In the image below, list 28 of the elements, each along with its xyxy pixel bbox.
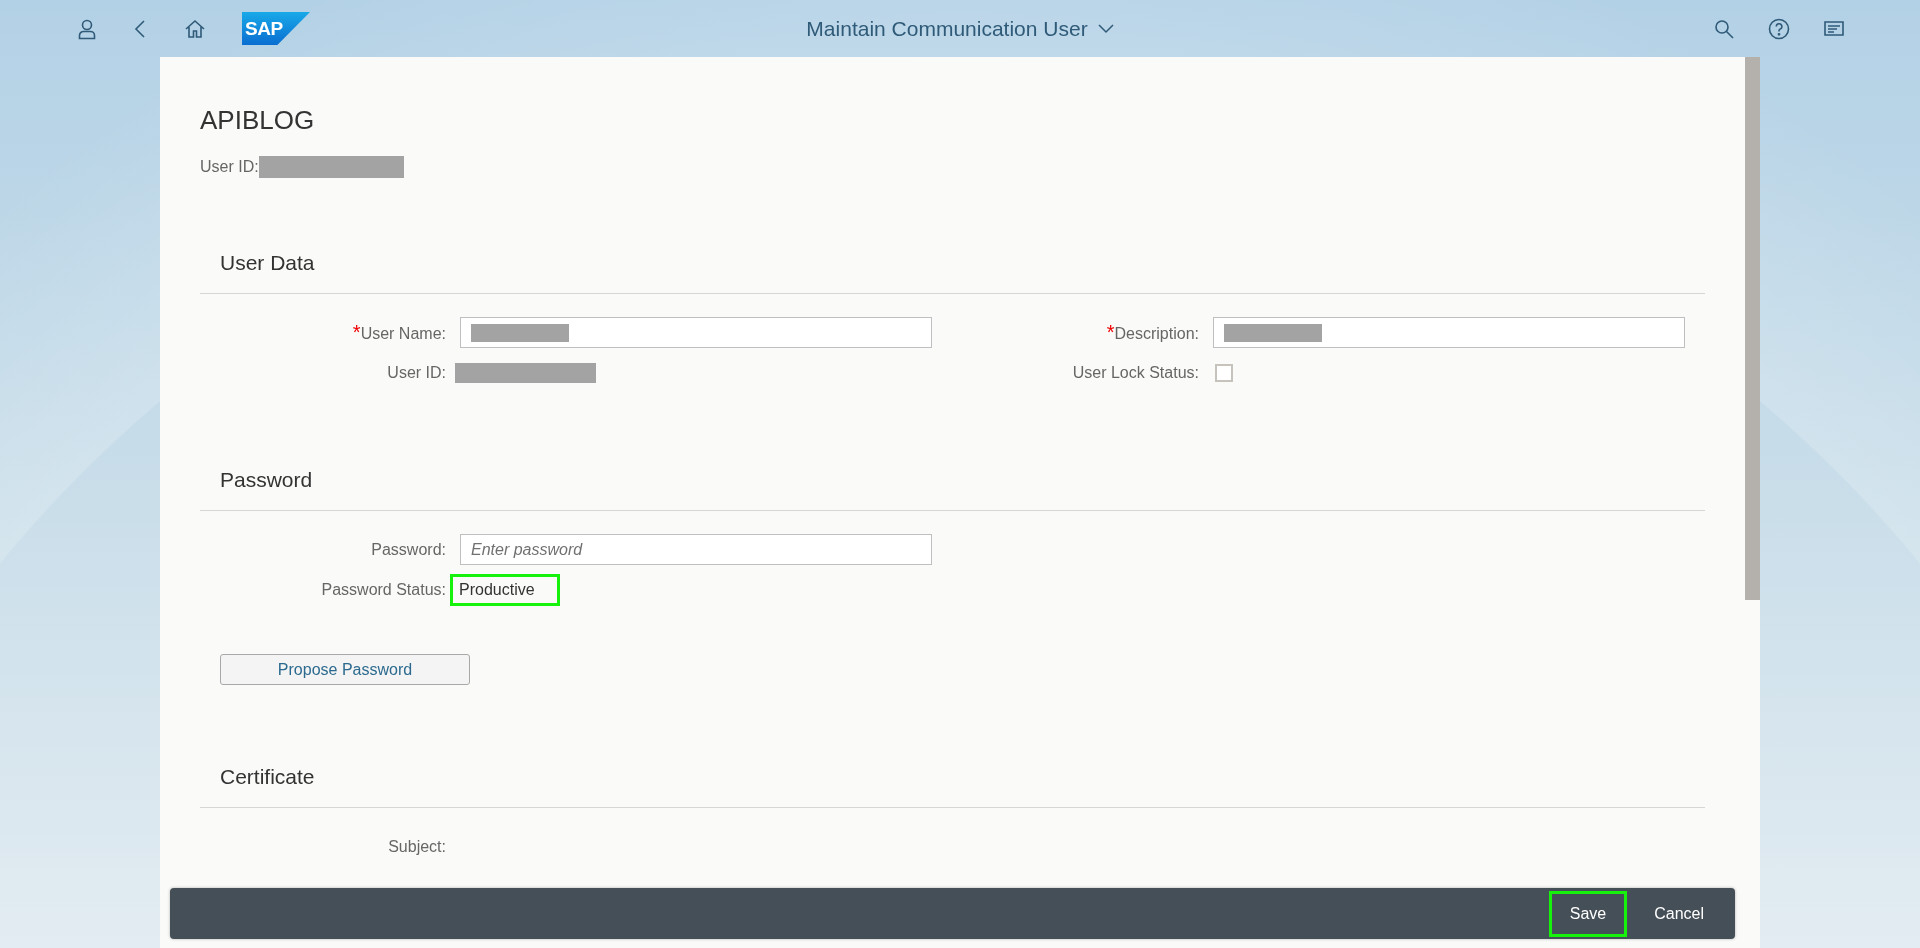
field-label: User Lock Status: [1072, 363, 1199, 383]
scrollbar-thumb[interactable] [1745, 57, 1760, 600]
input-field[interactable] [1213, 317, 1685, 348]
section-title: User Data [220, 250, 316, 276]
field-label: Subject: [388, 837, 446, 857]
field-label: Password Status: [321, 580, 446, 600]
section-title: Password [220, 467, 314, 493]
field-value: Productive [450, 573, 560, 606]
user-icon[interactable] [76, 17, 98, 40]
field-label: *Description: [1106, 320, 1199, 345]
propose-password-button[interactable]: Propose Password [220, 654, 470, 685]
help-icon[interactable] [1768, 17, 1790, 40]
search-icon[interactable] [1713, 17, 1735, 40]
field-label: *User Name: [352, 320, 446, 345]
page-title: APIBLOG [200, 104, 316, 136]
footer-button[interactable]: Save [1548, 890, 1628, 937]
field-label: User ID: [200, 158, 259, 176]
input-field[interactable]: Enter password [460, 534, 932, 565]
field-label: Password: [371, 540, 446, 560]
home-icon[interactable] [184, 17, 206, 40]
footer-button[interactable]: Cancel [1633, 890, 1725, 937]
field-label: User ID: [387, 363, 446, 383]
logo[interactable]: SAP [242, 12, 310, 45]
caret-icon [1097, 23, 1114, 34]
input-field[interactable] [460, 317, 932, 348]
checkbox[interactable] [1215, 363, 1233, 382]
section-title: Certificate [220, 764, 316, 790]
app-title-menu[interactable]: Maintain Communication User [806, 16, 1114, 41]
